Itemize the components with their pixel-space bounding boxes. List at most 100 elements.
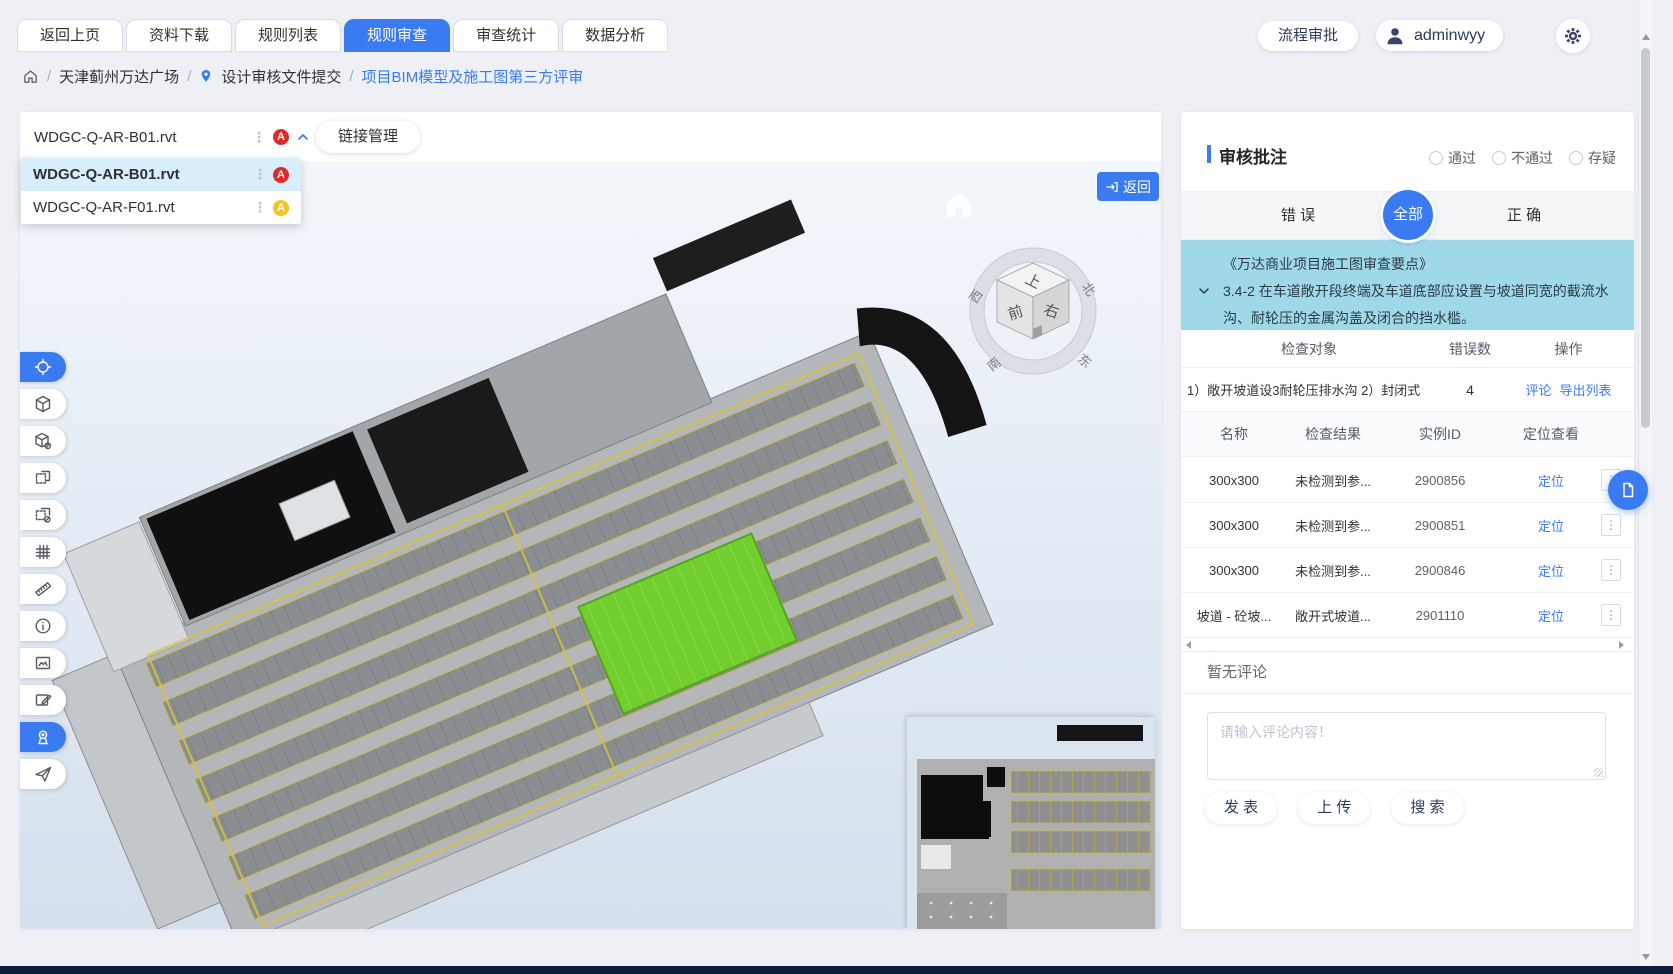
annotate-icon[interactable] <box>20 685 66 715</box>
exit-icon <box>1105 180 1119 194</box>
radio-pass[interactable]: 通过 <box>1429 148 1476 168</box>
dropdown-item-model-f01[interactable]: WDGC-Q-AR-F01.rvt ⋮ A <box>21 191 301 224</box>
comment-link[interactable]: 评论 <box>1525 380 1551 399</box>
model-viewer-card: WDGC-Q-AR-B01.rvt ⋮ A 链接管理 WDGC-Q-AR-B01… <box>20 112 1161 929</box>
view-cube[interactable]: 西 南 东 北 上 前 右 <box>958 231 1108 381</box>
tab-correct[interactable]: 正 确 <box>1484 192 1564 240</box>
scroll-up-arrow-icon[interactable] <box>1642 34 1650 40</box>
radio-circle-icon[interactable] <box>1569 151 1583 165</box>
kebab-menu-icon[interactable]: ⋮ <box>253 199 267 216</box>
radio-circle-icon[interactable] <box>1492 151 1506 165</box>
document-fab-button[interactable] <box>1608 470 1648 510</box>
comment-placeholder: 请输入评论内容！ <box>1208 713 1605 751</box>
home-view-icon[interactable] <box>938 182 980 224</box>
dropdown-item-model-b01[interactable]: WDGC-Q-AR-B01.rvt ⋮ A <box>21 158 301 191</box>
model-file-select[interactable]: WDGC-Q-AR-B01.rvt ⋮ A <box>34 112 310 162</box>
tab-all[interactable]: 全部 <box>1383 190 1433 240</box>
chevron-up-icon[interactable] <box>296 131 310 143</box>
snapshot-chart-icon[interactable] <box>20 648 66 678</box>
no-comments-label: 暂无评论 <box>1181 652 1634 694</box>
focus-target-icon[interactable] <box>20 352 66 382</box>
tab-rule-review[interactable]: 规则审查 <box>344 19 450 52</box>
bim-3d-viewport[interactable]: 西 南 东 北 上 前 右 返回 <box>20 162 1161 929</box>
gear-icon <box>1563 26 1583 46</box>
tab-errors[interactable]: 错 误 <box>1258 192 1338 240</box>
viewer-back-button[interactable]: 返回 <box>1097 172 1159 201</box>
row-menu-button[interactable]: ⋮ <box>1601 604 1621 626</box>
breadcrumb-submit[interactable]: 设计审核文件提交 <box>221 66 341 87</box>
radio-circle-icon[interactable] <box>1429 151 1443 165</box>
breadcrumb-project[interactable]: 天津蓟州万达广场 <box>59 66 179 87</box>
location-pin-icon[interactable] <box>20 722 66 752</box>
search-button[interactable]: 搜 索 <box>1391 792 1463 824</box>
scroll-right-arrow-icon[interactable] <box>1619 641 1624 649</box>
viewer-tool-palette <box>20 352 66 796</box>
measure-ruler-icon[interactable] <box>20 574 66 604</box>
chevron-down-icon[interactable] <box>1198 286 1210 296</box>
table-row: 300x300 未检测到参... 2900856 定位 ⋮ <box>1181 458 1634 503</box>
settings-button[interactable] <box>1556 19 1590 53</box>
comment-actions: 发 表 上 传 搜 索 <box>1205 792 1464 824</box>
tab-download[interactable]: 资料下载 <box>126 19 232 52</box>
floor-plan-minimap[interactable] <box>907 717 1155 929</box>
section-box-icon[interactable] <box>20 463 66 493</box>
tab-back-home[interactable]: 返回上页 <box>17 19 123 52</box>
panel-title: 审核批注 <box>1219 143 1287 168</box>
kebab-menu-icon[interactable]: ⋮ <box>253 166 267 183</box>
locate-link[interactable]: 定位 <box>1501 471 1601 490</box>
tab-review-stats[interactable]: 审查统计 <box>453 19 559 52</box>
breadcrumb: / 天津蓟州万达广场 / 设计审核文件提交 / 项目BIM模型及施工图第三方评审 <box>22 64 583 88</box>
document-icon <box>1619 481 1637 499</box>
window-bottom-edge <box>0 966 1673 974</box>
publish-button[interactable]: 发 表 <box>1205 792 1277 824</box>
rule-source: 《万达商业项目施工图审查要点》 <box>1223 251 1618 278</box>
tab-rule-list[interactable]: 规则列表 <box>235 19 341 52</box>
breadcrumb-current[interactable]: 项目BIM模型及施工图第三方评审 <box>362 66 584 87</box>
upload-button[interactable]: 上 传 <box>1298 792 1370 824</box>
review-result-radios: 通过 不通过 存疑 <box>1429 148 1616 168</box>
comment-input[interactable]: 请输入评论内容！ <box>1207 712 1606 780</box>
check-table-header: 检查对象 错误数 操作 <box>1181 330 1634 368</box>
review-annotation-panel: 审核批注 通过 不通过 存疑 错 误 全部 正 确 《万达商业项目施工图审查要点… <box>1181 112 1634 929</box>
row-menu-button[interactable]: ⋮ <box>1601 514 1621 536</box>
scroll-down-arrow-icon[interactable] <box>1642 954 1650 960</box>
radio-doubt[interactable]: 存疑 <box>1569 148 1616 168</box>
rule-text: 3.4-2 在车道敞开段终端及车道底部应设置与坡道同宽的截流水沟、耐轮压的金属沟… <box>1223 278 1618 332</box>
model-status-badge: A <box>273 167 289 183</box>
check-object: 1）敞开坡道设3耐轮压排水沟 2）封闭式 <box>1181 380 1437 399</box>
resize-handle[interactable] <box>1594 768 1603 777</box>
info-icon[interactable] <box>20 611 66 641</box>
table-row: 300x300 未检测到参... 2900851 定位 ⋮ <box>1181 503 1634 548</box>
app-root: 返回上页 资料下载 规则列表 规则审查 审查统计 数据分析 流程审批 admin… <box>0 0 1673 974</box>
link-manage-button[interactable]: 链接管理 <box>316 121 420 153</box>
grid-icon[interactable] <box>20 537 66 567</box>
error-count: 4 <box>1437 382 1503 398</box>
locate-link[interactable]: 定位 <box>1501 606 1601 625</box>
table-row: 坡道 - 砼坡... 敞开式坡道... 2901110 定位 ⋮ <box>1181 593 1634 638</box>
locate-link[interactable]: 定位 <box>1501 516 1601 535</box>
horizontal-scrollbar[interactable] <box>1181 638 1634 652</box>
selected-model-name: WDGC-Q-AR-B01.rvt <box>34 129 245 146</box>
tab-data-analysis[interactable]: 数据分析 <box>562 19 668 52</box>
send-plane-icon[interactable] <box>20 759 66 789</box>
export-list-link[interactable]: 导出列表 <box>1560 380 1612 399</box>
user-menu[interactable]: adminwyy <box>1376 20 1503 51</box>
title-accent-bar <box>1207 145 1211 163</box>
model-cube-settings-icon[interactable] <box>20 426 66 456</box>
model-cube-icon[interactable] <box>20 389 66 419</box>
home-icon[interactable] <box>22 68 39 85</box>
scrollbar-thumb[interactable] <box>1641 48 1650 428</box>
row-menu-button[interactable]: ⋮ <box>1601 559 1621 581</box>
section-plane-icon[interactable] <box>20 500 66 530</box>
kebab-menu-icon[interactable]: ⋮ <box>252 129 266 146</box>
top-nav-tabs: 返回上页 资料下载 规则列表 规则审查 审查统计 数据分析 <box>17 19 668 52</box>
model-status-badge: A <box>273 200 289 216</box>
username-label: adminwyy <box>1414 27 1485 45</box>
locate-link[interactable]: 定位 <box>1501 561 1601 580</box>
process-approval-button[interactable]: 流程审批 <box>1258 21 1358 51</box>
radio-fail[interactable]: 不通过 <box>1492 148 1553 168</box>
result-filter-tabs: 错 误 全部 正 确 <box>1181 192 1634 240</box>
rule-highlight-box: 《万达商业项目施工图审查要点》 3.4-2 在车道敞开段终端及车道底部应设置与坡… <box>1181 240 1634 330</box>
map-pin-icon <box>199 68 213 84</box>
scroll-left-arrow-icon[interactable] <box>1186 641 1191 649</box>
